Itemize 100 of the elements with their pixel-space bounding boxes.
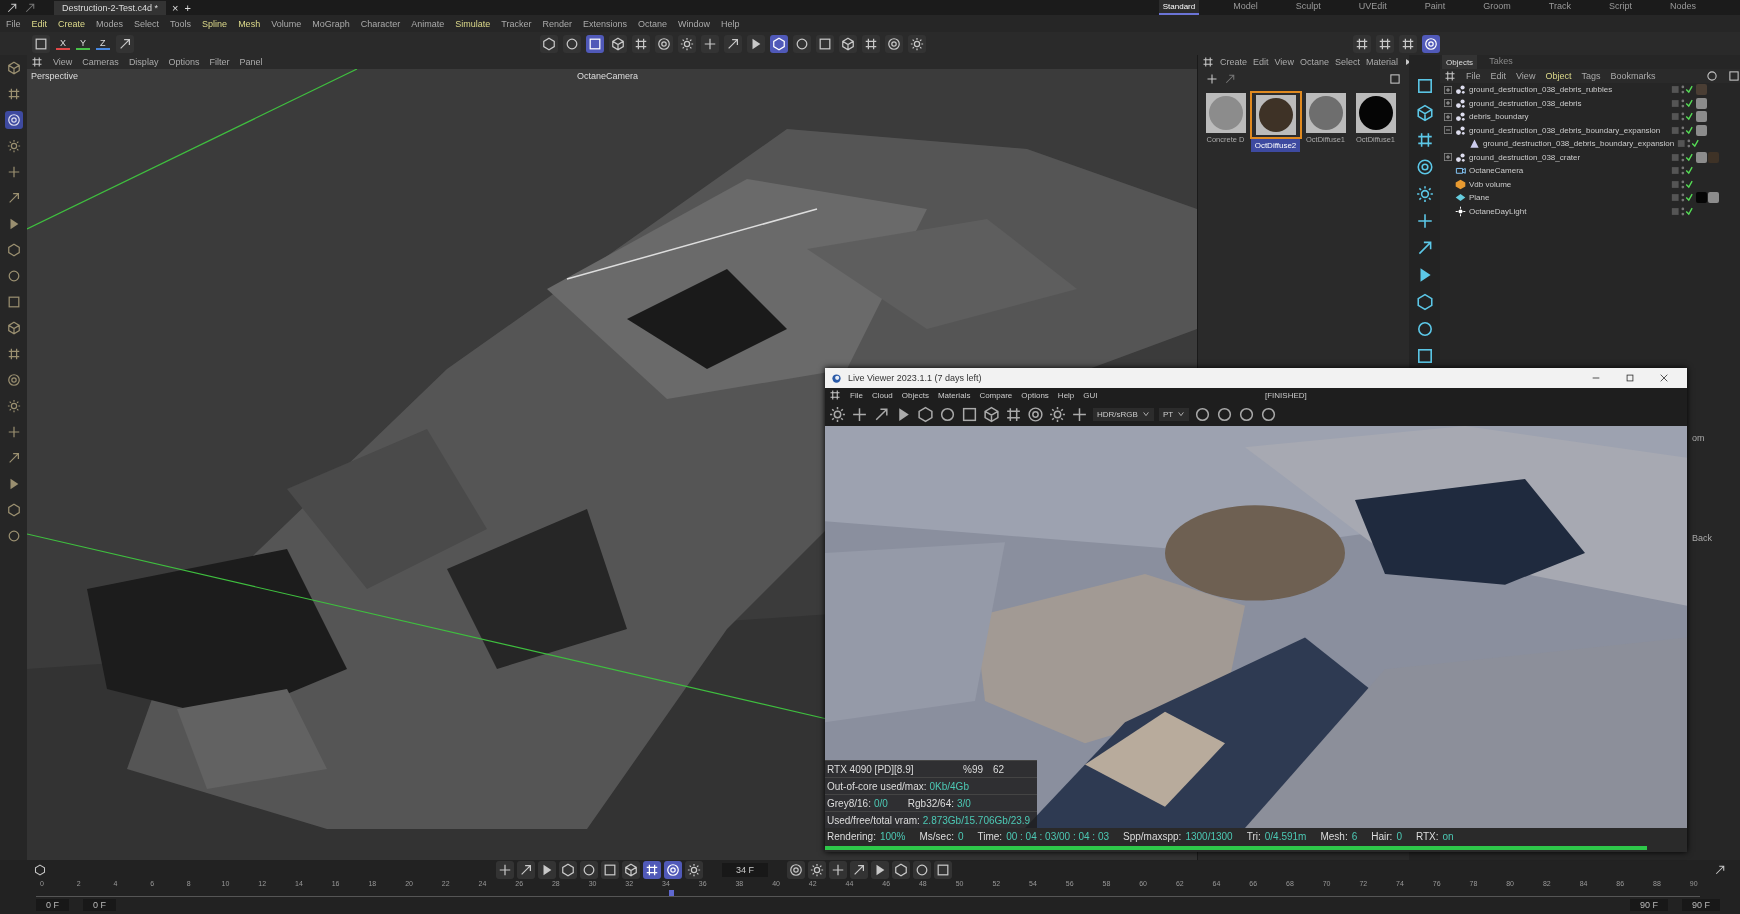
close-icon[interactable] bbox=[1659, 373, 1669, 383]
plus-icon[interactable] bbox=[1206, 73, 1218, 85]
square-icon[interactable] bbox=[934, 861, 952, 879]
material-tag[interactable] bbox=[1708, 192, 1719, 204]
menu-item[interactable]: Display bbox=[128, 57, 159, 67]
maximize-icon[interactable] bbox=[1625, 373, 1635, 383]
menu-item[interactable]: Panel bbox=[239, 57, 263, 67]
menu-item[interactable]: View bbox=[53, 57, 73, 67]
menu-item[interactable]: View bbox=[1516, 71, 1536, 81]
layout-tab[interactable]: Paint bbox=[1420, 0, 1450, 15]
menu-item[interactable]: File bbox=[1466, 71, 1481, 81]
panel-tab[interactable]: Objects bbox=[1442, 55, 1478, 69]
object-name[interactable]: Vdb volume bbox=[1469, 179, 1668, 189]
panel-tab[interactable]: Takes bbox=[1481, 55, 1521, 69]
redo-icon[interactable] bbox=[24, 1, 36, 14]
axis-button[interactable]: X bbox=[56, 37, 70, 50]
square-icon[interactable] bbox=[1415, 347, 1434, 365]
menu-item[interactable]: Modes bbox=[96, 18, 124, 29]
material-tag[interactable] bbox=[1696, 151, 1707, 163]
visibility-toggles[interactable] bbox=[1671, 97, 1693, 109]
undo-icon[interactable] bbox=[6, 1, 18, 14]
grid-icon[interactable] bbox=[1376, 34, 1394, 53]
menu-item[interactable]: Extensions bbox=[582, 18, 627, 29]
grid-icon[interactable] bbox=[1399, 34, 1417, 53]
object-name[interactable]: Plane bbox=[1469, 193, 1668, 203]
visibility-toggles[interactable] bbox=[1671, 151, 1693, 163]
layout-tab[interactable]: Nodes bbox=[1666, 0, 1700, 15]
plus-icon[interactable] bbox=[829, 861, 847, 879]
circle-icon[interactable] bbox=[1415, 320, 1434, 338]
hexagon-icon[interactable] bbox=[539, 34, 558, 53]
square-icon[interactable] bbox=[32, 34, 50, 53]
target-icon[interactable] bbox=[664, 861, 682, 879]
menu-item[interactable]: Select bbox=[134, 18, 160, 29]
square-icon[interactable] bbox=[1728, 70, 1740, 82]
sun-icon[interactable] bbox=[685, 861, 703, 879]
close-tab-button[interactable]: × bbox=[172, 1, 179, 14]
hexagon-icon[interactable] bbox=[769, 34, 788, 53]
cube-icon[interactable] bbox=[608, 34, 627, 53]
target-icon[interactable] bbox=[884, 34, 903, 53]
sun-icon[interactable] bbox=[808, 861, 826, 879]
layout-tab[interactable]: Script bbox=[1604, 0, 1636, 15]
layout-tab[interactable]: Sculpt bbox=[1291, 0, 1325, 15]
object-name[interactable]: ground_destruction_038_debris_boundary_expansion bbox=[1469, 125, 1668, 135]
square-icon[interactable] bbox=[585, 34, 604, 53]
object-name[interactable]: OctaneCamera bbox=[1469, 166, 1668, 176]
target-icon[interactable] bbox=[1415, 158, 1434, 176]
cube-icon[interactable] bbox=[838, 34, 857, 53]
menu-item[interactable]: MoGraph bbox=[312, 18, 350, 29]
visibility-toggles[interactable] bbox=[1671, 192, 1693, 204]
material-tag[interactable] bbox=[1696, 124, 1707, 136]
grid-icon[interactable] bbox=[861, 34, 880, 53]
target-icon[interactable] bbox=[1422, 34, 1440, 53]
object-name[interactable]: debris_boundary bbox=[1469, 112, 1668, 122]
menu-item[interactable]: Edit bbox=[31, 18, 48, 29]
expand-box[interactable] bbox=[1444, 153, 1452, 162]
menu-item[interactable]: View bbox=[1274, 57, 1294, 67]
plus-icon[interactable] bbox=[700, 34, 719, 53]
hexagon-icon[interactable] bbox=[559, 861, 577, 879]
frame-field[interactable]: 0 F bbox=[36, 899, 69, 911]
menu-item[interactable]: Mesh bbox=[238, 18, 261, 29]
menu-item[interactable]: Create bbox=[58, 18, 86, 29]
grid-icon[interactable] bbox=[643, 861, 661, 879]
cube-icon[interactable] bbox=[622, 861, 640, 879]
material-tag[interactable] bbox=[1696, 97, 1707, 109]
grid-icon[interactable] bbox=[1353, 34, 1371, 53]
menu-item[interactable]: Object bbox=[1545, 71, 1572, 81]
menu-item[interactable]: Octane bbox=[638, 18, 668, 29]
object-name[interactable]: OctaneDayLight bbox=[1469, 206, 1668, 216]
menu-item[interactable]: Edit bbox=[1490, 71, 1507, 81]
visibility-toggles[interactable] bbox=[1671, 205, 1693, 217]
material-swatch[interactable] bbox=[1303, 91, 1348, 135]
visibility-toggles[interactable] bbox=[1671, 178, 1693, 190]
layout-tab[interactable]: Track bbox=[1544, 0, 1575, 15]
object-name[interactable]: ground_destruction_038_debris_rubbles bbox=[1469, 85, 1668, 95]
object-name[interactable]: ground_destruction_038_debris bbox=[1469, 98, 1668, 108]
menu-item[interactable]: Animate bbox=[411, 18, 445, 29]
menu-item[interactable]: Window bbox=[678, 18, 711, 29]
menu-item[interactable]: Character bbox=[360, 18, 401, 29]
plus-icon[interactable] bbox=[1415, 212, 1434, 230]
material-tag[interactable] bbox=[1696, 111, 1707, 123]
square-icon[interactable] bbox=[601, 861, 619, 879]
menu-item[interactable]: Octane bbox=[1299, 57, 1329, 67]
visibility-toggles[interactable] bbox=[1671, 84, 1693, 96]
layout-tab[interactable]: Model bbox=[1229, 0, 1262, 15]
frame-field[interactable]: 34 F bbox=[722, 863, 768, 877]
menu-item[interactable]: Options bbox=[168, 57, 200, 67]
grid-icon[interactable] bbox=[631, 34, 650, 53]
material-swatch[interactable] bbox=[1203, 91, 1248, 135]
material-swatch[interactable] bbox=[1249, 91, 1302, 139]
document-tab[interactable]: Destruction-2-Test.c4d * bbox=[54, 0, 167, 15]
circle-icon[interactable] bbox=[1194, 405, 1212, 423]
expand-box[interactable] bbox=[1444, 112, 1452, 121]
expand-box[interactable] bbox=[1444, 126, 1452, 135]
expand-box[interactable] bbox=[1444, 99, 1452, 108]
menu-item[interactable]: Bookmarks bbox=[1610, 71, 1656, 81]
target-icon[interactable] bbox=[4, 111, 23, 129]
layout-tab[interactable]: Standard bbox=[1158, 0, 1200, 15]
menu-item[interactable]: Tracker bbox=[501, 18, 532, 29]
square-icon[interactable] bbox=[1415, 77, 1434, 95]
menu-item[interactable]: Tags bbox=[1581, 71, 1601, 81]
